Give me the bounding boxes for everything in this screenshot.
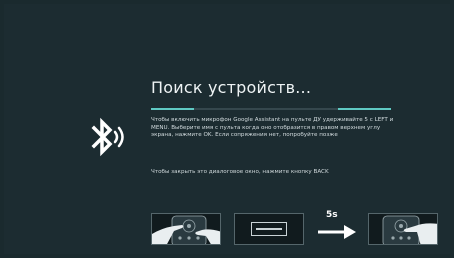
remote-step-image-2: [368, 213, 438, 245]
tv-screen-icon: [251, 222, 287, 236]
tv-step-image: [234, 213, 304, 245]
tv-screen-label-bar: [256, 228, 282, 230]
progress-fill-left: [151, 108, 195, 110]
search-progress-bar: [151, 108, 391, 110]
close-hint-text: Чтобы закрыть это диалоговое окно, нажми…: [151, 169, 329, 175]
hold-duration-label: 5s: [326, 210, 338, 220]
arrow-right-icon: [318, 225, 356, 239]
progress-fill-right: [338, 108, 391, 110]
remote-step-image-1: [151, 213, 221, 245]
remote-hold-illustration: [382, 215, 437, 244]
pairing-instructions: Чтобы включить микрофон Google Assistant…: [151, 117, 394, 139]
dialog-title: Поиск устройств...: [151, 78, 312, 97]
pairing-dialog: Поиск устройств... Чтобы включить микроф…: [4, 4, 450, 254]
remote-hand-illustration: [152, 215, 220, 244]
bluetooth-icon: [91, 117, 124, 157]
